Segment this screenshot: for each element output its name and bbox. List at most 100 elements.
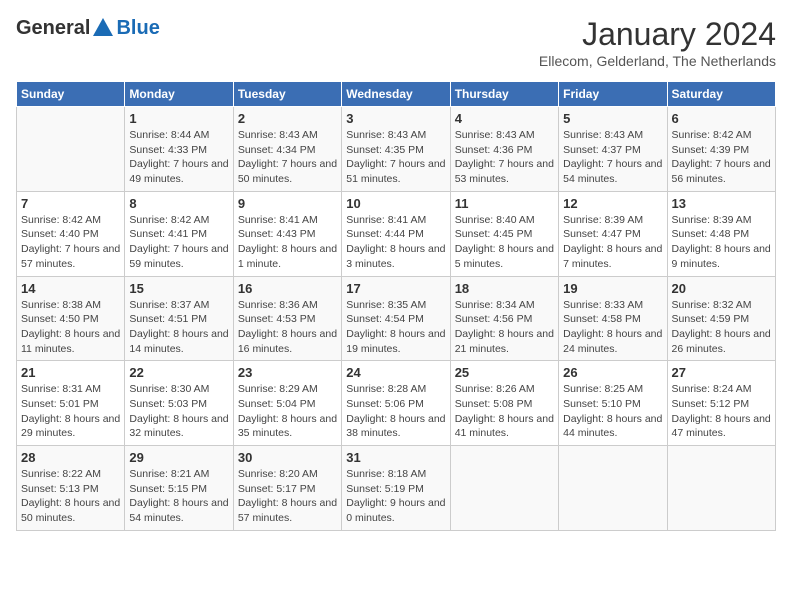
calendar-day-cell: 27 Sunrise: 8:24 AMSunset: 5:12 PMDayligh… (667, 361, 775, 446)
calendar-week-row: 28 Sunrise: 8:22 AMSunset: 5:13 PMDayligh… (17, 446, 776, 531)
calendar-day-cell: 4Sunrise: 8:43 AMSunset: 4:36 PMDaylight… (450, 107, 558, 192)
calendar-day-cell: 1 Sunrise: 8:44 AMSunset: 4:33 PMDaylight… (125, 107, 233, 192)
day-number: 29 (129, 450, 228, 465)
day-number: 12 (563, 196, 662, 211)
day-number: 5 (563, 111, 662, 126)
day-number: 16 (238, 281, 337, 296)
calendar-day-cell (559, 446, 667, 531)
calendar-day-cell: 25 Sunrise: 8:26 AMSunset: 5:08 PMDayligh… (450, 361, 558, 446)
day-number: 17 (346, 281, 445, 296)
day-number: 23 (238, 365, 337, 380)
calendar-day-cell: 7 Sunrise: 8:42 AMSunset: 4:40 PMDaylight… (17, 191, 125, 276)
day-number: 28 (21, 450, 120, 465)
day-info: Sunrise: 8:43 AMSunset: 4:35 PMDaylight:… (346, 128, 445, 187)
calendar-day-cell: 8 Sunrise: 8:42 AMSunset: 4:41 PMDaylight… (125, 191, 233, 276)
day-info: Sunrise: 8:34 AMSunset: 4:56 PMDaylight:… (455, 298, 554, 357)
calendar-day-cell: 13 Sunrise: 8:39 AMSunset: 4:48 PMDayligh… (667, 191, 775, 276)
day-info: Sunrise: 8:43 AMSunset: 4:36 PMDaylight:… (455, 128, 554, 187)
calendar-day-cell: 17 Sunrise: 8:35 AMSunset: 4:54 PMDayligh… (342, 276, 450, 361)
day-info: Sunrise: 8:24 AMSunset: 5:12 PMDaylight:… (672, 382, 771, 441)
day-number: 6 (672, 111, 771, 126)
day-number: 8 (129, 196, 228, 211)
logo-blue-text: Blue (116, 17, 159, 40)
day-info: Sunrise: 8:26 AMSunset: 5:08 PMDaylight:… (455, 382, 554, 441)
day-info: Sunrise: 8:44 AMSunset: 4:33 PMDaylight:… (129, 128, 228, 187)
calendar-week-row: 14 Sunrise: 8:38 AMSunset: 4:50 PMDayligh… (17, 276, 776, 361)
calendar-day-cell: 5Sunrise: 8:43 AMSunset: 4:37 PMDaylight… (559, 107, 667, 192)
day-info: Sunrise: 8:41 AMSunset: 4:44 PMDaylight:… (346, 213, 445, 272)
day-info: Sunrise: 8:37 AMSunset: 4:51 PMDaylight:… (129, 298, 228, 357)
calendar-day-cell: 18 Sunrise: 8:34 AMSunset: 4:56 PMDayligh… (450, 276, 558, 361)
weekday-header: Tuesday (233, 82, 341, 107)
calendar-week-row: 21 Sunrise: 8:31 AMSunset: 5:01 PMDayligh… (17, 361, 776, 446)
calendar-day-cell: 23 Sunrise: 8:29 AMSunset: 5:04 PMDayligh… (233, 361, 341, 446)
day-info: Sunrise: 8:18 AMSunset: 5:19 PMDaylight:… (346, 467, 445, 526)
day-info: Sunrise: 8:31 AMSunset: 5:01 PMDaylight:… (21, 382, 120, 441)
calendar-week-row: 7 Sunrise: 8:42 AMSunset: 4:40 PMDaylight… (17, 191, 776, 276)
weekday-header: Friday (559, 82, 667, 107)
day-info: Sunrise: 8:32 AMSunset: 4:59 PMDaylight:… (672, 298, 771, 357)
calendar-day-cell: 9Sunrise: 8:41 AMSunset: 4:43 PMDaylight… (233, 191, 341, 276)
day-number: 7 (21, 196, 120, 211)
day-info: Sunrise: 8:42 AMSunset: 4:41 PMDaylight:… (129, 213, 228, 272)
day-info: Sunrise: 8:33 AMSunset: 4:58 PMDaylight:… (563, 298, 662, 357)
calendar-day-cell (667, 446, 775, 531)
calendar-day-cell: 16 Sunrise: 8:36 AMSunset: 4:53 PMDayligh… (233, 276, 341, 361)
calendar-table: SundayMondayTuesdayWednesdayThursdayFrid… (16, 81, 776, 531)
day-number: 1 (129, 111, 228, 126)
month-year-title: January 2024 (539, 16, 776, 53)
day-number: 13 (672, 196, 771, 211)
day-number: 2 (238, 111, 337, 126)
calendar-day-cell: 10 Sunrise: 8:41 AMSunset: 4:44 PMDayligh… (342, 191, 450, 276)
day-number: 27 (672, 365, 771, 380)
logo-icon (91, 16, 115, 40)
weekday-header: Saturday (667, 82, 775, 107)
day-info: Sunrise: 8:42 AMSunset: 4:40 PMDaylight:… (21, 213, 120, 272)
calendar-day-cell: 21 Sunrise: 8:31 AMSunset: 5:01 PMDayligh… (17, 361, 125, 446)
weekday-row: SundayMondayTuesdayWednesdayThursdayFrid… (17, 82, 776, 107)
calendar-day-cell: 29 Sunrise: 8:21 AMSunset: 5:15 PMDayligh… (125, 446, 233, 531)
calendar-day-cell: 14 Sunrise: 8:38 AMSunset: 4:50 PMDayligh… (17, 276, 125, 361)
calendar-day-cell: 31Sunrise: 8:18 AMSunset: 5:19 PMDayligh… (342, 446, 450, 531)
day-number: 14 (21, 281, 120, 296)
day-info: Sunrise: 8:38 AMSunset: 4:50 PMDaylight:… (21, 298, 120, 357)
day-number: 19 (563, 281, 662, 296)
day-number: 15 (129, 281, 228, 296)
day-number: 3 (346, 111, 445, 126)
day-info: Sunrise: 8:35 AMSunset: 4:54 PMDaylight:… (346, 298, 445, 357)
day-info: Sunrise: 8:29 AMSunset: 5:04 PMDaylight:… (238, 382, 337, 441)
day-info: Sunrise: 8:21 AMSunset: 5:15 PMDaylight:… (129, 467, 228, 526)
logo-general-text: General (16, 17, 90, 40)
day-number: 24 (346, 365, 445, 380)
weekday-header: Sunday (17, 82, 125, 107)
day-number: 26 (563, 365, 662, 380)
day-number: 21 (21, 365, 120, 380)
weekday-header: Monday (125, 82, 233, 107)
calendar-day-cell: 22Sunrise: 8:30 AMSunset: 5:03 PMDayligh… (125, 361, 233, 446)
day-number: 10 (346, 196, 445, 211)
calendar-body: 1 Sunrise: 8:44 AMSunset: 4:33 PMDaylight… (17, 107, 776, 531)
day-number: 18 (455, 281, 554, 296)
day-number: 11 (455, 196, 554, 211)
day-info: Sunrise: 8:39 AMSunset: 4:47 PMDaylight:… (563, 213, 662, 272)
calendar-day-cell: 30Sunrise: 8:20 AMSunset: 5:17 PMDayligh… (233, 446, 341, 531)
day-info: Sunrise: 8:40 AMSunset: 4:45 PMDaylight:… (455, 213, 554, 272)
calendar-day-cell: 15 Sunrise: 8:37 AMSunset: 4:51 PMDayligh… (125, 276, 233, 361)
weekday-header: Thursday (450, 82, 558, 107)
calendar-day-cell: 20Sunrise: 8:32 AMSunset: 4:59 PMDayligh… (667, 276, 775, 361)
calendar-day-cell: 6Sunrise: 8:42 AMSunset: 4:39 PMDaylight… (667, 107, 775, 192)
calendar-day-cell: 2Sunrise: 8:43 AMSunset: 4:34 PMDaylight… (233, 107, 341, 192)
day-number: 22 (129, 365, 228, 380)
day-number: 25 (455, 365, 554, 380)
day-info: Sunrise: 8:36 AMSunset: 4:53 PMDaylight:… (238, 298, 337, 357)
calendar-header: SundayMondayTuesdayWednesdayThursdayFrid… (17, 82, 776, 107)
title-block: January 2024 Ellecom, Gelderland, The Ne… (539, 16, 776, 69)
day-number: 9 (238, 196, 337, 211)
day-info: Sunrise: 8:25 AMSunset: 5:10 PMDaylight:… (563, 382, 662, 441)
logo: General Blue (16, 16, 160, 40)
calendar-week-row: 1 Sunrise: 8:44 AMSunset: 4:33 PMDaylight… (17, 107, 776, 192)
day-info: Sunrise: 8:39 AMSunset: 4:48 PMDaylight:… (672, 213, 771, 272)
day-info: Sunrise: 8:22 AMSunset: 5:13 PMDaylight:… (21, 467, 120, 526)
day-info: Sunrise: 8:28 AMSunset: 5:06 PMDaylight:… (346, 382, 445, 441)
page-header: General Blue January 2024 Ellecom, Gelde… (16, 16, 776, 69)
